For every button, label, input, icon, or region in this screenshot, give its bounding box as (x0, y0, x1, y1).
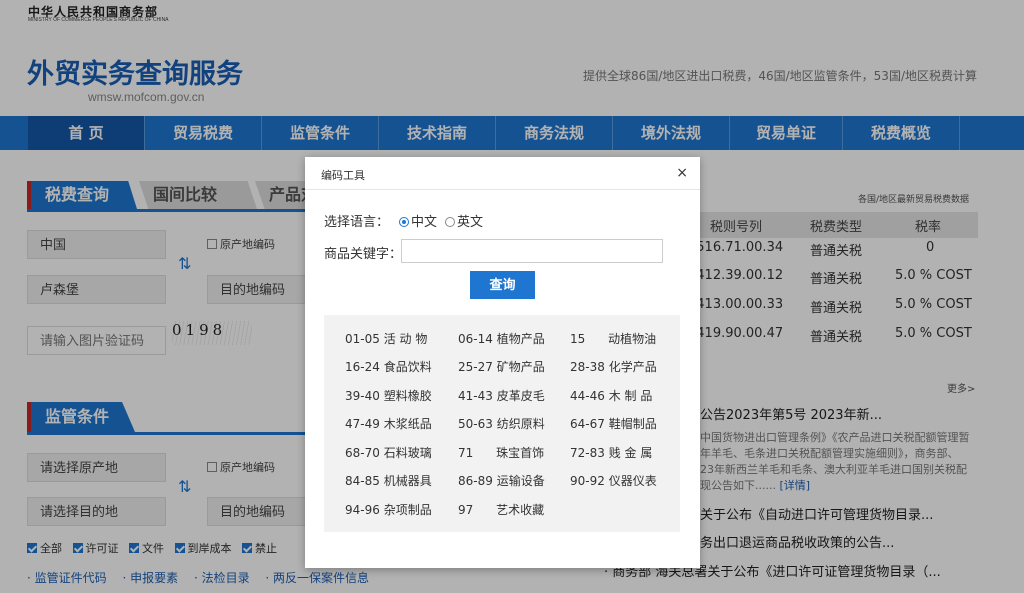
category-47-49[interactable]: 47-49 木浆纸品 (345, 415, 432, 432)
radio-checked-icon (399, 217, 409, 227)
language-radio-chinese[interactable]: 中文 (399, 211, 437, 230)
language-radio-english[interactable]: 英文 (445, 211, 483, 230)
category-15[interactable]: 15 动植物油 (570, 330, 656, 347)
dialog-title: 编码工具 (321, 169, 365, 182)
category-50-63[interactable]: 50-63 纺织原料 (458, 415, 545, 432)
keyword-label: 商品关键字： (324, 247, 403, 262)
category-28-38[interactable]: 28-38 化学产品 (570, 358, 657, 375)
hs-category-grid: 01-05 活 动 物 06-14 植物产品 15 动植物油 16-24 食品饮… (324, 315, 680, 532)
category-97[interactable]: 97 艺术收藏 (458, 501, 544, 518)
category-94-96[interactable]: 94-96 杂项制品 (345, 501, 432, 518)
category-84-85[interactable]: 84-85 机械器具 (345, 472, 432, 489)
query-button[interactable]: 查询 (470, 271, 535, 299)
category-44-46[interactable]: 44-46 木 制 品 (570, 387, 652, 404)
category-01-05[interactable]: 01-05 活 动 物 (345, 330, 427, 347)
category-41-43[interactable]: 41-43 皮革皮毛 (458, 387, 545, 404)
category-71[interactable]: 71 珠宝首饰 (458, 444, 544, 461)
category-16-24[interactable]: 16-24 食品饮料 (345, 358, 432, 375)
language-label: 选择语言： (324, 215, 390, 230)
keyword-input[interactable] (401, 239, 663, 263)
dialog-header: 编码工具 × (305, 157, 700, 190)
category-25-27[interactable]: 25-27 矿物产品 (458, 358, 545, 375)
category-86-89[interactable]: 86-89 运输设备 (458, 472, 545, 489)
category-39-40[interactable]: 39-40 塑料橡胶 (345, 387, 432, 404)
category-90-92[interactable]: 90-92 仪器仪表 (570, 472, 657, 489)
category-72-83[interactable]: 72-83 贱 金 属 (570, 444, 652, 461)
close-icon[interactable]: × (676, 165, 688, 181)
category-06-14[interactable]: 06-14 植物产品 (458, 330, 545, 347)
category-64-67[interactable]: 64-67 鞋帽制品 (570, 415, 657, 432)
category-68-70[interactable]: 68-70 石料玻璃 (345, 444, 432, 461)
radio-unchecked-icon (445, 217, 455, 227)
code-tool-dialog: 编码工具 × 选择语言： 中文 英文 商品关键字： 查询 01-05 活 动 物… (305, 157, 700, 568)
